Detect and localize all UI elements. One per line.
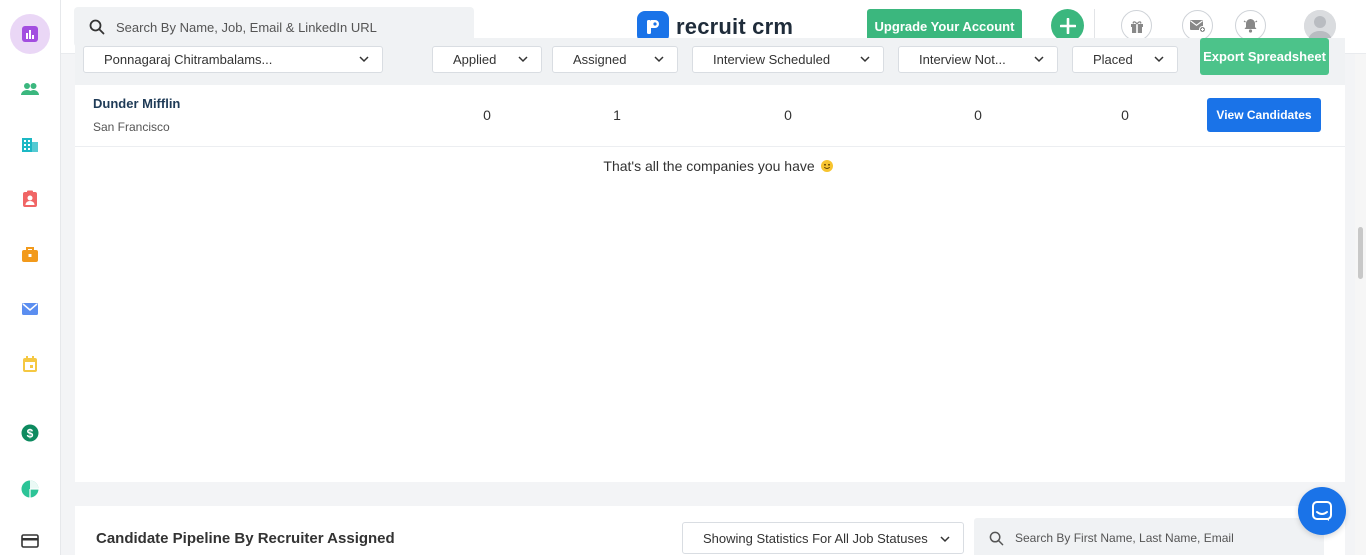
contacts-icon — [23, 190, 37, 207]
interview-scheduled-filter-dropdown[interactable]: Interview Scheduled — [692, 46, 884, 73]
company-name-link[interactable]: Dunder Mifflin — [93, 96, 180, 111]
recruiter-search-input[interactable] — [1015, 531, 1315, 545]
chevron-down-icon — [860, 56, 870, 63]
table-row: Dunder Mifflin San Francisco 0 1 0 0 0 V… — [75, 85, 1345, 147]
email-icon — [22, 303, 38, 315]
companies-icon — [22, 138, 38, 152]
placed-filter-label: Placed — [1093, 52, 1133, 67]
scrollbar-thumb[interactable] — [1358, 227, 1363, 279]
sidebar-item-reports[interactable] — [10, 469, 50, 509]
jobs-icon — [22, 247, 38, 262]
sidebar-item-card[interactable] — [10, 521, 50, 555]
smiley-icon — [820, 160, 833, 172]
sidebar: $ — [0, 0, 61, 555]
recruiter-filter-value: Ponnagaraj Chitrambalams... — [104, 52, 273, 67]
export-spreadsheet-button[interactable]: Export Spreadsheet — [1200, 38, 1329, 75]
calendar-icon — [23, 356, 37, 372]
applied-count: 0 — [483, 107, 491, 123]
sidebar-item-candidates[interactable] — [10, 69, 50, 109]
plus-icon — [1059, 17, 1076, 34]
billing-icon: $ — [21, 424, 39, 442]
view-candidates-button[interactable]: View Candidates — [1207, 98, 1321, 132]
chevron-down-icon — [940, 536, 950, 543]
recruiter-filter-dropdown[interactable]: Ponnagaraj Chitrambalams... — [83, 46, 383, 73]
sidebar-item-billing[interactable]: $ — [10, 413, 50, 453]
sidebar-item-jobs[interactable] — [10, 234, 50, 274]
page-scrollbar[interactable] — [1355, 54, 1366, 555]
dashboard-icon — [22, 26, 38, 42]
end-of-list-text: That's all the companies you have — [603, 158, 815, 174]
job-status-filter-dropdown[interactable]: Showing Statistics For All Job Statuses — [682, 522, 964, 554]
sidebar-item-calendar[interactable] — [10, 344, 50, 384]
chevron-down-icon — [1154, 56, 1164, 63]
interview-not-count: 0 — [974, 107, 982, 123]
placed-count: 0 — [1121, 107, 1129, 123]
global-search-input[interactable] — [116, 19, 456, 35]
chevron-down-icon — [1034, 56, 1044, 63]
card-icon — [21, 534, 39, 548]
end-of-list-message: That's all the companies you have — [75, 158, 1361, 174]
interview-scheduled-filter-label: Interview Scheduled — [713, 52, 831, 67]
logo-text: recruit crm — [676, 14, 794, 39]
search-icon — [989, 531, 1004, 545]
reports-icon — [21, 480, 39, 498]
filter-bar: Ponnagaraj Chitrambalams... Applied Assi… — [75, 38, 1345, 85]
sidebar-item-companies[interactable] — [10, 124, 50, 164]
gift-icon — [1130, 20, 1143, 33]
interview-not-filter-dropdown[interactable]: Interview Not... — [898, 46, 1058, 73]
email-notifications-button[interactable] — [1182, 10, 1213, 41]
notifications-button[interactable] — [1235, 10, 1266, 41]
mail-plus-icon — [1190, 20, 1206, 33]
chevron-down-icon — [518, 56, 528, 63]
interview-scheduled-count: 0 — [784, 107, 792, 123]
gift-button[interactable] — [1121, 10, 1152, 41]
chat-icon — [1312, 501, 1332, 521]
svg-text:$: $ — [27, 427, 34, 441]
candidates-icon — [21, 83, 39, 95]
assigned-count: 1 — [613, 107, 621, 123]
applied-filter-dropdown[interactable]: Applied — [432, 46, 542, 73]
sidebar-item-email[interactable] — [10, 289, 50, 329]
chevron-down-icon — [359, 56, 369, 63]
support-chat-button[interactable] — [1298, 487, 1346, 535]
interview-not-filter-label: Interview Not... — [919, 52, 1006, 67]
company-location: San Francisco — [93, 120, 170, 134]
sidebar-item-contacts[interactable] — [10, 179, 50, 219]
assigned-filter-label: Assigned — [573, 52, 627, 67]
assigned-filter-dropdown[interactable]: Assigned — [552, 46, 678, 73]
recruiter-search — [974, 518, 1324, 555]
job-status-filter-value: Showing Statistics For All Job Statuses — [703, 530, 928, 546]
search-icon — [89, 19, 105, 35]
chevron-down-icon — [654, 56, 664, 63]
bell-icon — [1243, 19, 1258, 33]
pipeline-section-title: Candidate Pipeline By Recruiter Assigned — [96, 530, 395, 547]
companies-pipeline-card: Ponnagaraj Chitrambalams... Applied Assi… — [75, 38, 1345, 482]
pipeline-by-recruiter-card: Candidate Pipeline By Recruiter Assigned… — [75, 506, 1345, 555]
applied-filter-label: Applied — [453, 52, 497, 67]
sidebar-item-dashboard[interactable] — [10, 14, 50, 54]
placed-filter-dropdown[interactable]: Placed — [1072, 46, 1178, 73]
